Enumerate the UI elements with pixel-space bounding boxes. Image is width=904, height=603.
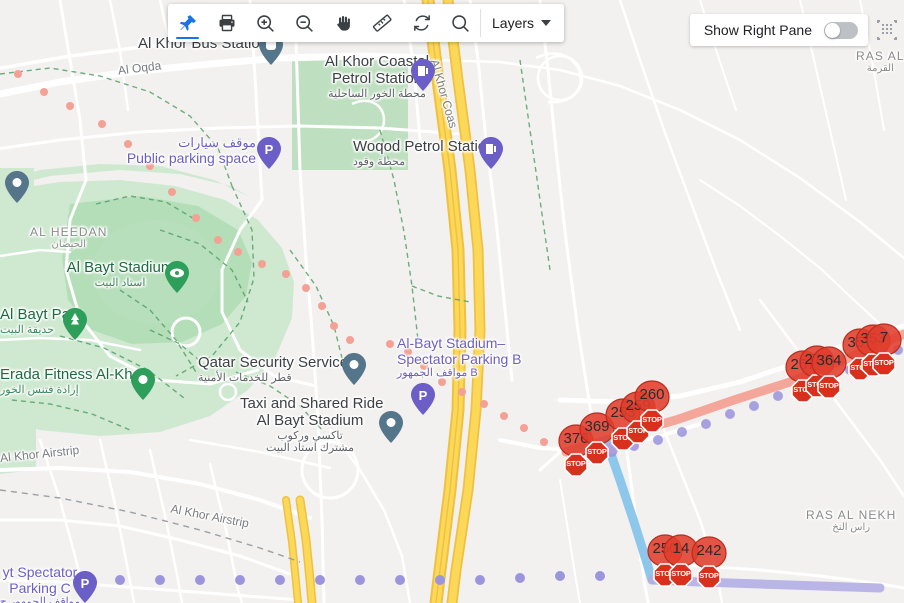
poi-label-spectator-parking-b: Al-Bayt Stadium– Spectator Parking B موا… bbox=[397, 335, 522, 380]
stop-marker[interactable]: 260 STOP bbox=[632, 379, 672, 437]
show-right-pane-control[interactable]: Show Right Pane bbox=[689, 14, 868, 46]
print-tool-button[interactable] bbox=[207, 4, 246, 42]
zoom-in-icon bbox=[255, 13, 276, 34]
pan-tool-button[interactable] bbox=[324, 4, 363, 42]
poi-label-taxi-shared-ride: Taxi and Shared Ride Al Bayt Stadium تاك… bbox=[240, 395, 384, 454]
map-toolbar: Layers bbox=[168, 4, 565, 42]
zoom-out-icon bbox=[294, 13, 315, 34]
poi-label-ar: تاكسي وركوب bbox=[277, 429, 343, 442]
show-right-pane-toggle[interactable] bbox=[824, 21, 858, 39]
service-pin-qatar-security[interactable] bbox=[341, 352, 367, 386]
area-label-ar: راس النخ bbox=[832, 522, 871, 534]
map-base-layer bbox=[0, 0, 904, 603]
poi-label-ar: محطة وقود bbox=[353, 155, 406, 168]
parking-pin-spectator-b[interactable]: P bbox=[410, 382, 436, 416]
chevron-down-icon bbox=[541, 20, 552, 26]
poi-label-woqod-petrol-station: Woqod Petrol Station محطة وقود bbox=[353, 138, 495, 168]
area-label-en: RAS AL bbox=[856, 49, 904, 63]
area-label-en: RAS AL NEKH bbox=[806, 508, 897, 522]
poi-label-public-parking-space: موقف سيارات Public parking space bbox=[60, 135, 256, 166]
stop-sign-label: STOP bbox=[699, 571, 719, 580]
svg-text:P: P bbox=[265, 142, 274, 157]
poi-label-qatar-security-services: Qatar Security Services قطر للخدمات الأم… bbox=[198, 354, 356, 384]
svg-text:P: P bbox=[81, 576, 90, 591]
pin-tool-button[interactable] bbox=[168, 4, 207, 42]
grid-apps-icon bbox=[874, 20, 900, 47]
fitness-pin-erada[interactable] bbox=[130, 367, 156, 401]
poi-label-al-bayt-stadium: Al Bayt Stadium استاد البيت bbox=[60, 259, 180, 289]
park-pin-al-bayt[interactable] bbox=[62, 307, 88, 341]
pin-icon bbox=[178, 13, 198, 33]
search-icon bbox=[450, 13, 471, 34]
zoom-out-tool-button[interactable] bbox=[285, 4, 324, 42]
area-label-ras-al-nekh: RAS AL NEKH راس النخ bbox=[806, 508, 897, 534]
stop-marker-id: 7 bbox=[879, 329, 889, 346]
refresh-icon bbox=[412, 13, 432, 33]
show-right-pane-label: Show Right Pane bbox=[703, 22, 812, 38]
area-label-al-heedan: AL HEEDAN الحيضان bbox=[30, 225, 108, 251]
ruler-icon bbox=[372, 13, 393, 34]
layers-dropdown-button[interactable]: Layers bbox=[481, 4, 564, 42]
zoom-in-tool-button[interactable] bbox=[246, 4, 285, 42]
area-label-en: AL HEEDAN bbox=[30, 225, 108, 239]
svg-text:P: P bbox=[419, 388, 428, 403]
area-label-ras-al-qarmah: RAS AL القرمة bbox=[856, 49, 904, 75]
petrol-station-pin-woqod[interactable] bbox=[478, 136, 504, 170]
toggle-knob bbox=[825, 22, 840, 38]
poi-label-en: Al-Bayt Stadium– bbox=[397, 335, 506, 351]
map-application: AL HEEDAN الحيضان RAS AL NEKH راس النخ R… bbox=[0, 0, 904, 603]
poi-label-en: Public parking space bbox=[126, 149, 256, 166]
poi-label-ar: مواقف الجمهور B bbox=[397, 367, 478, 380]
layers-label: Layers bbox=[492, 15, 535, 31]
poi-label-en: Al Bayt Stadium bbox=[66, 259, 174, 276]
parking-pin-public[interactable]: P bbox=[256, 136, 282, 170]
stop-marker[interactable]: 7 STOP bbox=[864, 322, 904, 380]
stop-sign-label: STOP bbox=[642, 415, 662, 424]
poi-label-en: Taxi and Shared Ride bbox=[240, 395, 384, 412]
stop-sign-label: STOP bbox=[819, 381, 839, 390]
poi-label-ar: استاد البيت bbox=[94, 276, 146, 289]
measure-tool-button[interactable] bbox=[363, 4, 402, 42]
poi-label-ar: قطر للخدمات الأمنية bbox=[198, 371, 292, 384]
map-canvas[interactable]: AL HEEDAN الحيضان RAS AL NEKH راس النخ R… bbox=[0, 0, 904, 603]
stadium-pin-al-bayt[interactable] bbox=[164, 260, 190, 294]
poi-label-en: Woqod Petrol Station bbox=[353, 138, 495, 155]
parking-pin-spectator-c[interactable]: P bbox=[72, 570, 98, 603]
hand-icon bbox=[334, 13, 354, 33]
poi-label-en2: Al Bayt Stadium bbox=[256, 411, 364, 429]
poi-pin-cut-off-left[interactable] bbox=[4, 170, 30, 204]
grid-apps-button[interactable] bbox=[874, 17, 900, 43]
poi-label-en2: Spectator Parking B bbox=[397, 350, 522, 367]
search-tool-button[interactable] bbox=[441, 4, 480, 42]
area-label-ar: القرمة bbox=[866, 63, 894, 75]
stop-sign-label: STOP bbox=[874, 358, 894, 367]
printer-icon bbox=[217, 13, 237, 33]
stop-marker[interactable]: 242 STOP bbox=[689, 535, 729, 593]
refresh-tool-button[interactable] bbox=[402, 4, 441, 42]
petrol-station-pin-coastal[interactable] bbox=[410, 58, 436, 92]
poi-label-ar2: مشترك استاد البيت bbox=[266, 441, 354, 454]
area-label-ar: الحيضان bbox=[51, 239, 86, 251]
stop-marker-id: 260 bbox=[639, 386, 665, 403]
taxi-pin-al-bayt[interactable] bbox=[378, 410, 404, 444]
stop-marker-id: 242 bbox=[696, 542, 722, 559]
poi-label-ar: موقف سيارات bbox=[178, 135, 256, 150]
poi-label-en: Qatar Security Services bbox=[198, 354, 356, 371]
